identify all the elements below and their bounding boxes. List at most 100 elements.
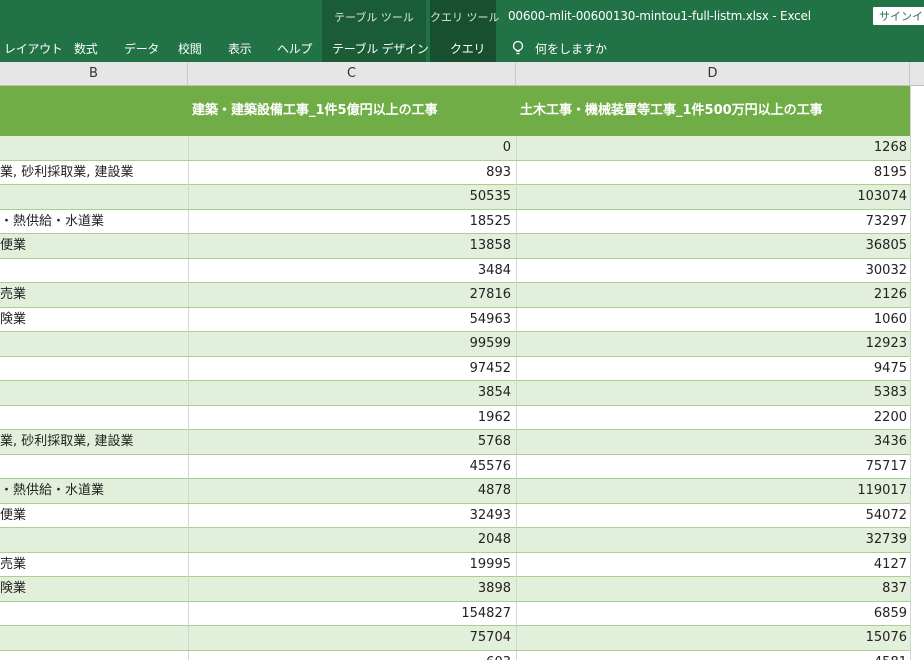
column-header-d[interactable]: D bbox=[516, 62, 910, 86]
cell-c[interactable]: 50535 bbox=[188, 185, 514, 209]
cell-b[interactable]: ・熱供給・水道業 bbox=[0, 210, 186, 234]
cell-b[interactable] bbox=[0, 651, 186, 660]
tab-query[interactable]: クエリ bbox=[450, 40, 485, 57]
cell-c[interactable]: 54963 bbox=[188, 307, 514, 332]
tab-layout[interactable]: レイアウト bbox=[4, 40, 63, 57]
cell-b[interactable] bbox=[0, 259, 186, 283]
tell-me-search[interactable]: 何をしますか bbox=[511, 39, 607, 57]
table-header-row: 建築・建築設備工事_1件5億円以上の工事 土木工事・機械装置等工事_1件500万… bbox=[0, 86, 924, 136]
cell-d[interactable]: 15076 bbox=[516, 626, 910, 650]
cell-c[interactable]: 99599 bbox=[188, 332, 514, 356]
cell-b[interactable] bbox=[0, 381, 186, 405]
cell-c[interactable]: 893 bbox=[188, 160, 514, 185]
column-header-c[interactable]: C bbox=[188, 62, 516, 86]
table-row: 75704 15076 bbox=[0, 626, 924, 651]
table-row: 3854 5383 bbox=[0, 381, 924, 406]
cell-d[interactable]: 36805 bbox=[516, 234, 910, 258]
cell-b[interactable] bbox=[0, 455, 186, 479]
cell-d[interactable]: 73297 bbox=[516, 209, 910, 234]
table-row: 便業 13858 36805 bbox=[0, 234, 924, 259]
table-row: 業, 砂利採取業, 建設業 893 8195 bbox=[0, 160, 924, 185]
cell-b[interactable] bbox=[0, 602, 186, 626]
cell-d[interactable]: 54072 bbox=[516, 503, 910, 528]
column-headers: B C D bbox=[0, 62, 924, 86]
table-row: ・熱供給・水道業 18525 73297 bbox=[0, 209, 924, 234]
tab-data[interactable]: データ bbox=[124, 40, 159, 57]
worksheet-grid[interactable]: 建築・建築設備工事_1件5億円以上の工事 土木工事・機械装置等工事_1件500万… bbox=[0, 86, 924, 660]
cell-c[interactable]: 75704 bbox=[188, 626, 514, 650]
cell-c[interactable]: 97452 bbox=[188, 356, 514, 381]
cell-b[interactable]: 険業 bbox=[0, 308, 186, 332]
cell-d[interactable]: 5383 bbox=[516, 381, 910, 405]
cell-b[interactable] bbox=[0, 357, 186, 381]
cell-c[interactable]: 154827 bbox=[188, 601, 514, 626]
table-row: 売業 27816 2126 bbox=[0, 283, 924, 308]
cell-d[interactable]: 30032 bbox=[516, 258, 910, 283]
cell-c[interactable]: 2048 bbox=[188, 528, 514, 552]
signin-button[interactable]: サインイン bbox=[873, 7, 924, 25]
cell-d[interactable]: 1060 bbox=[516, 307, 910, 332]
table-tools-label: テーブル ツール bbox=[334, 11, 414, 24]
cell-b[interactable]: 売業 bbox=[0, 553, 186, 577]
cell-b[interactable]: 売業 bbox=[0, 283, 186, 307]
cell-c[interactable]: 3484 bbox=[188, 258, 514, 283]
cell-b[interactable] bbox=[0, 406, 186, 430]
cell-c[interactable]: 0 bbox=[188, 136, 514, 160]
tab-view[interactable]: 表示 bbox=[228, 40, 252, 57]
cell-d[interactable]: 103074 bbox=[516, 185, 910, 209]
tab-review[interactable]: 校閲 bbox=[178, 40, 202, 57]
table-row: 険業 54963 1060 bbox=[0, 307, 924, 332]
cell-c[interactable]: 3898 bbox=[188, 577, 514, 601]
cell-c[interactable]: 13858 bbox=[188, 234, 514, 258]
cell-d[interactable]: 4581 bbox=[516, 650, 910, 660]
cell-d[interactable]: 9475 bbox=[516, 356, 910, 381]
cell-d[interactable]: 119017 bbox=[516, 479, 910, 503]
cell-c[interactable]: 4878 bbox=[188, 479, 514, 503]
cell-c[interactable]: 603 bbox=[188, 650, 514, 660]
header-cell-c[interactable]: 建築・建築設備工事_1件5億円以上の工事 bbox=[192, 86, 512, 136]
cell-b[interactable] bbox=[0, 136, 186, 160]
cell-b[interactable] bbox=[0, 626, 186, 650]
cell-d[interactable]: 12923 bbox=[516, 332, 910, 356]
cell-b[interactable]: 険業 bbox=[0, 577, 186, 601]
table-design-tab-bg: テーブル デザイン bbox=[322, 34, 429, 62]
cell-d[interactable]: 75717 bbox=[516, 454, 910, 479]
cell-c[interactable]: 32493 bbox=[188, 503, 514, 528]
cell-b[interactable]: 業, 砂利採取業, 建設業 bbox=[0, 430, 186, 454]
cell-d[interactable]: 2200 bbox=[516, 405, 910, 430]
header-cell-d[interactable]: 土木工事・機械装置等工事_1件500万円以上の工事 bbox=[520, 86, 910, 136]
cell-c[interactable]: 27816 bbox=[188, 283, 514, 307]
cell-d[interactable]: 32739 bbox=[516, 528, 910, 552]
empty-column-e[interactable] bbox=[910, 86, 924, 660]
cell-c[interactable]: 5768 bbox=[188, 430, 514, 454]
cell-b[interactable]: 業, 砂利採取業, 建設業 bbox=[0, 161, 186, 185]
tab-formulas[interactable]: 数式 bbox=[74, 40, 98, 57]
column-header-b[interactable]: B bbox=[0, 62, 188, 86]
cell-b[interactable]: 便業 bbox=[0, 504, 186, 528]
table-row: 険業 3898 837 bbox=[0, 577, 924, 602]
cell-d[interactable]: 8195 bbox=[516, 160, 910, 185]
cell-b[interactable]: ・熱供給・水道業 bbox=[0, 479, 186, 503]
cell-b[interactable] bbox=[0, 528, 186, 552]
cell-d[interactable]: 6859 bbox=[516, 601, 910, 626]
cell-c[interactable]: 18525 bbox=[188, 209, 514, 234]
cell-d[interactable]: 1268 bbox=[516, 136, 910, 160]
table-row: 154827 6859 bbox=[0, 601, 924, 626]
cell-c[interactable]: 45576 bbox=[188, 454, 514, 479]
cell-d[interactable]: 837 bbox=[516, 577, 910, 601]
table-row: ・熱供給・水道業 4878 119017 bbox=[0, 479, 924, 504]
cell-d[interactable]: 4127 bbox=[516, 552, 910, 577]
tab-table-design[interactable]: テーブル デザイン bbox=[332, 40, 429, 57]
query-tab-bg: クエリ bbox=[430, 34, 496, 62]
lightbulb-icon bbox=[512, 40, 524, 55]
cell-d[interactable]: 3436 bbox=[516, 430, 910, 454]
cell-b[interactable] bbox=[0, 185, 186, 209]
cell-d[interactable]: 2126 bbox=[516, 283, 910, 307]
cell-b[interactable] bbox=[0, 332, 186, 356]
query-tools-label: クエリ ツール bbox=[430, 11, 500, 24]
tab-help[interactable]: ヘルプ bbox=[277, 40, 312, 57]
cell-c[interactable]: 3854 bbox=[188, 381, 514, 405]
cell-c[interactable]: 1962 bbox=[188, 405, 514, 430]
cell-c[interactable]: 19995 bbox=[188, 552, 514, 577]
cell-b[interactable]: 便業 bbox=[0, 234, 186, 258]
